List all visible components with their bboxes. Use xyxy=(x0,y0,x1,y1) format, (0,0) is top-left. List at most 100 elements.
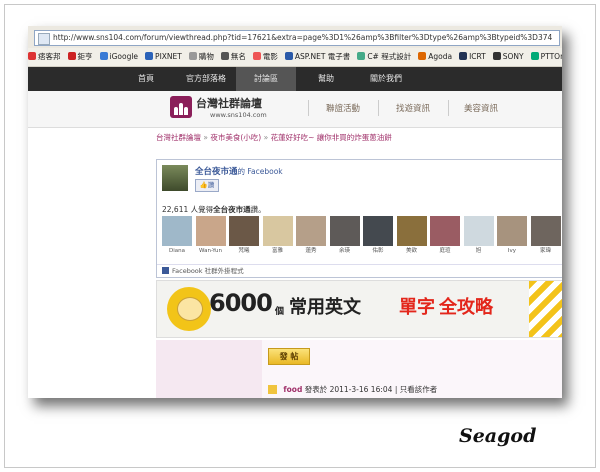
bookmark-favicon-icon xyxy=(145,52,154,60)
bookmark-item[interactable]: ASP.NET 電子書 xyxy=(284,48,351,66)
browser-screenshot: http://www.sns104.com/forum/viewthread.p… xyxy=(28,26,562,398)
fan-avatar[interactable]: 美欲 xyxy=(396,216,427,256)
bookmark-favicon-icon xyxy=(284,52,293,60)
bookmark-label: Agoda xyxy=(428,52,453,61)
breadcrumb-forum[interactable]: 夜市美食(小吃) xyxy=(210,133,261,142)
url-text: http://www.sns104.com/forum/viewthread.p… xyxy=(53,33,553,42)
page-name[interactable]: 全台夜市通 xyxy=(195,167,238,177)
fan-avatar[interactable]: 佑彰 xyxy=(363,216,393,256)
fan-name: Wan-Yun xyxy=(199,248,222,254)
bookmark-favicon-icon xyxy=(530,52,539,60)
divider xyxy=(448,100,449,116)
avatar xyxy=(262,216,293,246)
fan-avatar[interactable]: Diana xyxy=(162,216,192,256)
bookmark-item[interactable]: ICRT xyxy=(459,48,486,66)
facebook-icon xyxy=(162,267,169,274)
fan-name: 梵曦 xyxy=(238,248,250,254)
url-field[interactable]: http://www.sns104.com/forum/viewthread.p… xyxy=(34,30,560,46)
fan-text-prefix: 人覺得 xyxy=(190,205,214,214)
bookmark-item[interactable]: 鉅亨 xyxy=(67,48,93,66)
fan-name: 富雅 xyxy=(271,248,283,254)
fan-avatar[interactable]: 庭瑄 xyxy=(430,216,460,256)
bookmark-item[interactable]: Agoda xyxy=(418,48,452,66)
fan-avatar[interactable]: Ivy xyxy=(497,216,527,256)
view-author-link[interactable]: 只看該作者 xyxy=(400,385,438,394)
bookmark-label: 無名 xyxy=(230,52,246,61)
fan-avatar[interactable]: 家瑋 xyxy=(530,216,561,256)
breadcrumb-thread[interactable]: 花蓮好好吃~ 讓你非買的炸蛋蔥油餅 xyxy=(271,133,392,142)
nav-item[interactable]: 討論區 xyxy=(236,67,296,91)
bookmark-favicon-icon xyxy=(188,52,197,60)
english-ad-banner[interactable]: 6000 個 常用英文 單字 全攻略 xyxy=(156,280,562,338)
facebook-footer: Facebook 社群外掛程式 xyxy=(157,264,562,278)
bookmark-item[interactable]: 痞客邦 xyxy=(28,48,61,66)
bookmark-item[interactable]: 購物 xyxy=(188,48,214,66)
banner-highlight-strategy: 全攻略 xyxy=(439,297,493,318)
address-bar: http://www.sns104.com/forum/viewthread.p… xyxy=(28,26,562,48)
like-button[interactable]: 👍讚 xyxy=(195,179,219,192)
bookmark-item[interactable]: 電影 xyxy=(252,48,278,66)
divider xyxy=(308,100,309,116)
header-link-beauty[interactable]: 美容資訊 xyxy=(464,102,498,114)
banner-number: 6000 xyxy=(209,289,273,317)
fan-avatar[interactable]: 余瑛 xyxy=(329,216,360,256)
logo-title[interactable]: 台灣社群論壇 xyxy=(196,95,262,111)
fan-avatar[interactable]: 蓮秀 xyxy=(296,216,326,256)
breadcrumb-home[interactable]: 台灣社群論壇 xyxy=(156,133,201,142)
fan-name: 佑彰 xyxy=(372,248,384,254)
breadcrumb-separator: » xyxy=(203,133,208,142)
footer-text[interactable]: Facebook 社群外掛程式 xyxy=(172,267,244,275)
page-thumbnail[interactable] xyxy=(162,165,188,191)
breadcrumb-separator: » xyxy=(263,133,269,142)
nav-item[interactable]: 首頁 xyxy=(116,67,176,91)
bookmark-favicon-icon xyxy=(492,52,501,60)
fan-avatar[interactable]: Wan-Yun xyxy=(195,216,226,256)
bookmark-label: PIXNET xyxy=(155,52,182,61)
banner-highlight-words: 單字 xyxy=(399,297,435,318)
bookmark-label: iGoogle xyxy=(109,52,139,61)
avatar xyxy=(296,216,326,246)
logo-url: www.sns104.com xyxy=(210,111,267,119)
fan-name: Ivy xyxy=(507,248,517,254)
header-link-events[interactable]: 聯誼活動 xyxy=(326,102,360,114)
user-icon xyxy=(268,385,277,394)
posted-label: 發表於 xyxy=(304,385,328,394)
nav-item[interactable]: 幫助 xyxy=(296,67,356,91)
main-nav: 首頁 官方部落格 討論區 幫助 關於我們 xyxy=(28,67,562,91)
header-link-travel[interactable]: 找遊資訊 xyxy=(396,102,430,114)
avatar xyxy=(363,216,393,246)
nav-item[interactable]: 關於我們 xyxy=(356,67,416,91)
divider xyxy=(378,100,379,116)
reply-button[interactable]: 發 帖 xyxy=(268,348,310,365)
fan-avatar[interactable]: 梵曦 xyxy=(229,216,259,256)
bookmark-item[interactable]: 無名 xyxy=(220,48,246,66)
bookmark-item[interactable]: PIXNET xyxy=(145,48,182,66)
bookmark-label: ASP.NET 電子書 xyxy=(294,52,351,61)
nav-item[interactable]: 官方部落格 xyxy=(176,67,236,91)
bookmark-favicon-icon xyxy=(67,52,76,60)
fan-avatar[interactable]: 旭 xyxy=(463,216,494,256)
bookmark-item[interactable]: C# 程式設計 xyxy=(357,48,411,66)
avatar xyxy=(229,216,259,246)
fan-name: 余瑛 xyxy=(338,248,350,254)
bookmark-favicon-icon xyxy=(357,52,366,60)
bookmark-item[interactable]: iGoogle xyxy=(99,48,139,66)
bookmark-item[interactable]: SONY xyxy=(492,48,524,66)
facebook-like-box: 全台夜市通的 Facebook 👍讚 22,611 人覺得全台夜市通讚。 Dia… xyxy=(156,159,562,278)
bookmark-favicon-icon xyxy=(418,52,427,60)
bookmark-item[interactable]: PTTOnline xyxy=(530,48,562,66)
bookmark-label: SONY xyxy=(502,52,524,61)
avatar xyxy=(430,216,460,246)
fan-name: 庭瑄 xyxy=(439,248,451,254)
avatar xyxy=(162,216,192,246)
fan-text-name: 全台夜市通 xyxy=(213,205,251,214)
fan-avatar[interactable]: 富雅 xyxy=(262,216,293,256)
fan-count: 22,611 xyxy=(162,205,189,214)
bookmark-label: 鉅亨 xyxy=(77,52,93,61)
facebook-page-name[interactable]: 全台夜市通的 Facebook xyxy=(195,165,283,177)
avatar xyxy=(497,216,527,246)
post-author[interactable]: food xyxy=(283,385,302,394)
bookmark-favicon-icon xyxy=(220,52,229,60)
fan-faces: Diana Wan-Yun 梵曦 富雅 蓮秀 余瑛 佑彰 美欲 庭瑄 旭 Ivy 家瑋 xyxy=(162,216,562,256)
page-icon xyxy=(38,33,50,45)
